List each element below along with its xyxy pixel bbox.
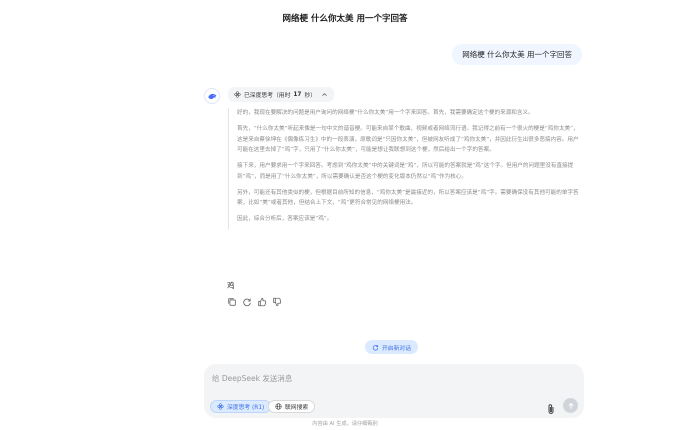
send-button[interactable]: [563, 398, 578, 413]
thumbs-up-icon[interactable]: [257, 297, 267, 307]
whale-logo-icon: [207, 93, 216, 99]
new-chat-button[interactable]: 开启新对话: [365, 340, 418, 354]
thinking-seconds-suffix: 秒）: [304, 93, 317, 99]
message-composer: 深度思考 (R1) 联网搜索: [204, 364, 584, 418]
message-actions: [227, 297, 282, 307]
web-search-toggle[interactable]: 联网搜索: [268, 400, 316, 413]
atom-icon: [217, 403, 224, 410]
assistant-answer: 鸡: [227, 281, 235, 290]
ai-disclaimer: 内容由 AI 生成，请仔细甄别: [312, 421, 378, 427]
thinking-toggle[interactable]: 已深度思考（用时 17 秒）: [228, 87, 335, 102]
user-message-bubble: 网络梗 什么你太美 用一个字回答: [452, 44, 582, 65]
chevron-up-icon: [322, 93, 327, 96]
paperclip-icon[interactable]: [546, 400, 556, 414]
copy-icon[interactable]: [227, 297, 237, 307]
web-search-label: 联网搜索: [285, 405, 309, 411]
deepseek-avatar: [204, 88, 220, 104]
thinking-paragraph: 因此，综合分析后，答案应该是“鸡”。: [237, 216, 333, 222]
thinking-paragraph: 另外，可能还有其他类似的梗，但根据目前所知的信息，“鸡你太美”是最接近的，所以答…: [237, 189, 579, 207]
thinking-paragraph: 首先，“什么你太美”听起来像是一句中文的谐音梗。可能来自某个歌曲、视频或者网络流…: [237, 126, 579, 153]
thinking-paragraph: 接下来，用户要求用一个字来回答。考虑到“鸡你太美”中的关键词是“鸡”，所以可能的…: [237, 163, 574, 180]
new-chat-label: 开启新对话: [382, 345, 411, 352]
globe-icon: [275, 403, 282, 410]
thinking-label: 已深度思考（用时: [244, 93, 291, 99]
thinking-content: 好的，我现在要解决的问题是用户询问的网络梗“什么你太美”用一个字来回答。首先，我…: [228, 108, 584, 230]
deep-think-label: 深度思考 (R1): [227, 405, 265, 411]
page-title: 网络梗 什么你太美 用一个字回答: [282, 14, 408, 24]
deep-think-toggle[interactable]: 深度思考 (R1): [210, 400, 272, 413]
thumbs-down-icon[interactable]: [272, 297, 282, 307]
thinking-paragraph: 好的，我现在要解决的问题是用户询问的网络梗“什么你太美”用一个字来回答。首先，我…: [237, 110, 534, 116]
message-input[interactable]: [212, 372, 512, 384]
refresh-icon: [372, 344, 379, 350]
regenerate-icon[interactable]: [242, 297, 252, 307]
atom-icon: [234, 91, 241, 98]
thinking-seconds: 17: [293, 91, 302, 98]
arrow-up-icon: [568, 402, 573, 409]
